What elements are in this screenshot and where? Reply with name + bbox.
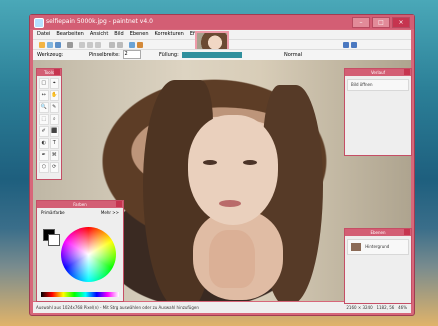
layers-panel-title: Ebenen — [370, 230, 386, 235]
zoom-level[interactable]: 46% — [398, 305, 407, 310]
tool-zoom[interactable]: 🔍 — [39, 102, 49, 113]
layers-panel: Ebenen Hintergrund — [344, 228, 412, 304]
layer-name: Hintergrund — [365, 244, 390, 249]
blend-mode-select[interactable]: Normal — [284, 52, 302, 58]
primary-color-select[interactable]: Primärfarbe — [41, 210, 65, 215]
tool-recolor[interactable]: ⟳ — [49, 162, 59, 173]
tool-brush[interactable]: ✐ — [39, 126, 49, 137]
face-shape — [188, 115, 278, 225]
menu-item-file[interactable]: Datei — [37, 30, 50, 39]
lips-shape — [219, 200, 241, 207]
cut-icon[interactable] — [79, 42, 85, 48]
tool-move-selection[interactable]: ⌖ — [49, 78, 59, 89]
colors-panel-title: Farben — [73, 202, 87, 207]
tool-gradient[interactable]: ◐ — [39, 138, 49, 149]
palette-icon[interactable] — [343, 42, 349, 48]
grid-icon[interactable] — [129, 42, 135, 48]
cursor-position: 1182, 56 — [376, 305, 395, 310]
minimize-button[interactable]: – — [352, 17, 370, 28]
brush-size-input[interactable]: 2 — [123, 50, 142, 59]
hand-shape — [209, 230, 255, 288]
menu-item-layers[interactable]: Ebenen — [130, 30, 149, 39]
tool-lasso[interactable]: ⬚ — [39, 114, 49, 125]
redo-icon[interactable] — [117, 42, 123, 48]
layer-thumbnail — [351, 243, 361, 251]
help-icon[interactable] — [351, 42, 357, 48]
left-eye-shape — [203, 160, 217, 165]
tools-panel: Tools □ ⌖ ↔ ✋ 🔍 ✎ ⬚ ⌕ ✐ ⬛ ◐ T ✒ ⌘ ⬡ ⟳ — [36, 68, 62, 180]
right-eye-shape — [243, 160, 257, 165]
tool-fill[interactable]: ⬛ — [49, 126, 59, 137]
close-icon[interactable] — [404, 69, 410, 75]
close-icon[interactable] — [54, 69, 60, 75]
size-label: Pinselbreite: — [89, 52, 120, 58]
tool-magic-wand[interactable]: ⌕ — [49, 114, 59, 125]
new-icon[interactable] — [39, 42, 45, 48]
menu-item-view[interactable]: Ansicht — [90, 30, 108, 39]
tool-shapes[interactable]: ⬡ — [39, 162, 49, 173]
tool-clone[interactable]: ⌘ — [49, 150, 59, 161]
layers-panel-header[interactable]: Ebenen — [345, 229, 411, 236]
fill-select[interactable] — [182, 51, 243, 58]
close-button[interactable]: × — [392, 17, 410, 28]
layer-item[interactable]: Hintergrund — [347, 239, 409, 255]
undo-icon[interactable] — [109, 42, 115, 48]
copy-icon[interactable] — [87, 42, 93, 48]
open-icon[interactable] — [47, 42, 53, 48]
menu-item-image[interactable]: Bild — [114, 30, 123, 39]
fill-label: Füllung: — [159, 52, 179, 58]
color-palette[interactable] — [41, 292, 119, 297]
menu-item-adjustments[interactable]: Korrekturen — [155, 30, 184, 39]
paste-icon[interactable] — [95, 42, 101, 48]
more-button[interactable]: Mehr >> — [101, 210, 119, 215]
close-icon[interactable] — [404, 229, 410, 235]
maximize-button[interactable]: □ — [372, 17, 390, 28]
history-panel-title: Verlauf — [370, 70, 386, 75]
history-item[interactable]: Bild öffnen — [347, 79, 409, 91]
tools-panel-header[interactable]: Tools — [37, 69, 61, 76]
image-dimensions: 2160 × 3240 — [346, 305, 373, 310]
colors-panel-header[interactable]: Farben — [37, 201, 123, 208]
title-bar[interactable]: selfiepain 5000k.jpg - paintnet v4.0 – □… — [30, 15, 414, 29]
colors-panel: Farben Primärfarbe Mehr >> — [36, 200, 124, 302]
history-panel-header[interactable]: Verlauf — [345, 69, 411, 76]
history-panel: Verlauf Bild öffnen — [344, 68, 412, 156]
menu-item-edit[interactable]: Bearbeiten — [56, 30, 83, 39]
save-icon[interactable] — [55, 42, 61, 48]
status-text: Auswahl aus 1024x768 Pixel(n) - Mit Strg… — [36, 305, 199, 310]
tool-text[interactable]: T — [49, 138, 59, 149]
tool-pan[interactable]: ✋ — [49, 90, 59, 101]
tool-move[interactable]: ↔ — [39, 90, 49, 101]
tools-panel-title: Tools — [44, 70, 54, 75]
print-icon[interactable] — [67, 42, 73, 48]
tool-line[interactable]: ✒ — [39, 150, 49, 161]
tool-label: Werkzeug: — [37, 52, 64, 58]
secondary-color-swatch[interactable] — [48, 234, 60, 246]
app-icon — [34, 18, 44, 28]
close-icon[interactable] — [116, 201, 122, 207]
color-wheel[interactable] — [61, 227, 116, 282]
tool-pencil[interactable]: ✎ — [49, 102, 59, 113]
settings-icon[interactable] — [137, 42, 143, 48]
tool-options-bar: Werkzeug: Pinselbreite: 2 Füllung: Norma… — [33, 49, 411, 60]
tool-rect-select[interactable]: □ — [39, 78, 49, 89]
window-controls: – □ × — [352, 17, 410, 28]
window-title: selfiepain 5000k.jpg - paintnet v4.0 — [46, 18, 153, 25]
